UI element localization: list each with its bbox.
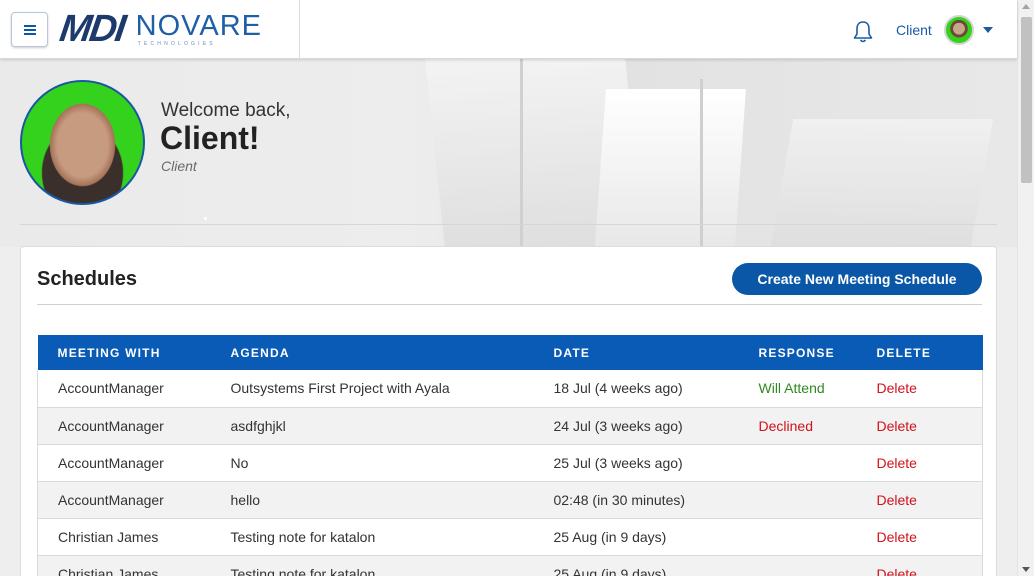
logo-mdi-text: MDI xyxy=(57,7,127,50)
cell-date: 18 Jul (4 weeks ago) xyxy=(533,370,739,408)
schedules-card: Schedules Create New Meeting Schedule ME… xyxy=(20,246,997,576)
logo-tagline: TECHNOLOGIES xyxy=(137,40,216,47)
column-header-meeting-with: MEETING WITH xyxy=(57,345,161,360)
table-row: Christian James Testing note for katalon… xyxy=(37,555,983,576)
table-row: AccountManager hello 02:48 (in 30 minute… xyxy=(37,481,983,519)
cell-meeting-with: AccountManager xyxy=(37,407,211,445)
table-row: Christian James Testing note for katalon… xyxy=(37,518,983,556)
table-row: AccountManager No 25 Jul (3 weeks ago) D… xyxy=(37,444,983,482)
profile-name: Client! xyxy=(160,120,260,156)
column-header-date: DATE xyxy=(553,345,591,360)
cell-date: 25 Aug (in 9 days) xyxy=(533,555,739,576)
delete-link[interactable]: Delete xyxy=(856,444,983,482)
column-header-response: RESPONSE xyxy=(758,345,835,360)
vertical-scrollbar[interactable] xyxy=(1017,0,1034,576)
banner-sparkle xyxy=(204,217,207,220)
cell-agenda: Testing note for katalon xyxy=(210,555,534,576)
cell-meeting-with: Christian James xyxy=(37,518,211,556)
delete-link[interactable]: Delete xyxy=(856,555,983,576)
cell-agenda: asdfghjkl xyxy=(210,407,534,445)
header-avatar[interactable] xyxy=(944,15,974,45)
welcome-text: Welcome back, xyxy=(161,100,291,121)
logo-novare-text: NOVARE xyxy=(135,9,262,42)
profile-role: Client xyxy=(161,158,197,174)
cell-response: Will Attend xyxy=(738,370,857,408)
caret-down-icon[interactable] xyxy=(983,27,993,33)
logo-novare: NOVARE TECHNOLOGIES xyxy=(135,9,262,47)
banner-building-edge xyxy=(520,59,523,247)
cell-response: Declined xyxy=(738,407,857,445)
cell-date: 25 Jul (3 weeks ago) xyxy=(533,444,739,482)
scroll-down-arrow-icon[interactable] xyxy=(1022,567,1030,572)
cell-agenda: Outsystems First Project with Ayala xyxy=(210,370,534,408)
delete-link[interactable]: Delete xyxy=(856,518,983,556)
cell-date: 24 Jul (3 weeks ago) xyxy=(533,407,739,445)
cell-agenda: Testing note for katalon xyxy=(210,518,534,556)
brand-logo[interactable]: MDI NOVARE TECHNOLOGIES xyxy=(57,7,262,50)
table-row: AccountManager Outsystems First Project … xyxy=(37,370,983,408)
header-user-name[interactable]: Client xyxy=(896,22,932,38)
cell-date: 25 Aug (in 9 days) xyxy=(533,518,739,556)
cell-meeting-with: AccountManager xyxy=(37,444,211,482)
cell-meeting-with: Christian James xyxy=(37,555,211,576)
cell-response xyxy=(738,444,857,482)
bell-icon[interactable] xyxy=(852,20,874,44)
schedules-title: Schedules xyxy=(37,268,138,290)
table-row: AccountManager asdfghjkl 24 Jul (3 weeks… xyxy=(37,407,983,445)
hamburger-icon xyxy=(23,24,36,35)
banner-building-edge xyxy=(700,79,703,247)
cell-meeting-with: AccountManager xyxy=(37,481,211,519)
profile-banner xyxy=(0,59,1017,247)
top-header: MDI NOVARE TECHNOLOGIES Client xyxy=(0,0,1017,59)
header-divider xyxy=(299,0,300,59)
cell-agenda: hello xyxy=(210,481,534,519)
banner-divider xyxy=(20,224,997,225)
scroll-up-arrow-icon[interactable] xyxy=(1022,4,1030,9)
menu-button[interactable] xyxy=(11,12,48,47)
cell-response xyxy=(738,481,857,519)
table-header-row: MEETING WITH AGENDA DATE RESPONSE DELETE xyxy=(37,335,983,370)
create-meeting-button[interactable]: Create New Meeting Schedule xyxy=(732,263,982,295)
cell-date: 02:48 (in 30 minutes) xyxy=(533,481,739,519)
delete-link[interactable]: Delete xyxy=(856,370,983,408)
column-header-delete: DELETE xyxy=(876,345,932,360)
cell-meeting-with: AccountManager xyxy=(37,370,211,408)
schedules-table: MEETING WITH AGENDA DATE RESPONSE DELETE… xyxy=(37,335,983,576)
banner-building-shape xyxy=(766,119,994,247)
cell-response xyxy=(738,555,857,576)
delete-link[interactable]: Delete xyxy=(856,481,983,519)
cell-response xyxy=(738,518,857,556)
delete-link[interactable]: Delete xyxy=(856,407,983,445)
scrollbar-thumb[interactable] xyxy=(1021,17,1032,183)
card-divider xyxy=(37,304,982,305)
column-header-agenda: AGENDA xyxy=(230,345,290,360)
profile-avatar xyxy=(20,80,145,205)
cell-agenda: No xyxy=(210,444,534,482)
